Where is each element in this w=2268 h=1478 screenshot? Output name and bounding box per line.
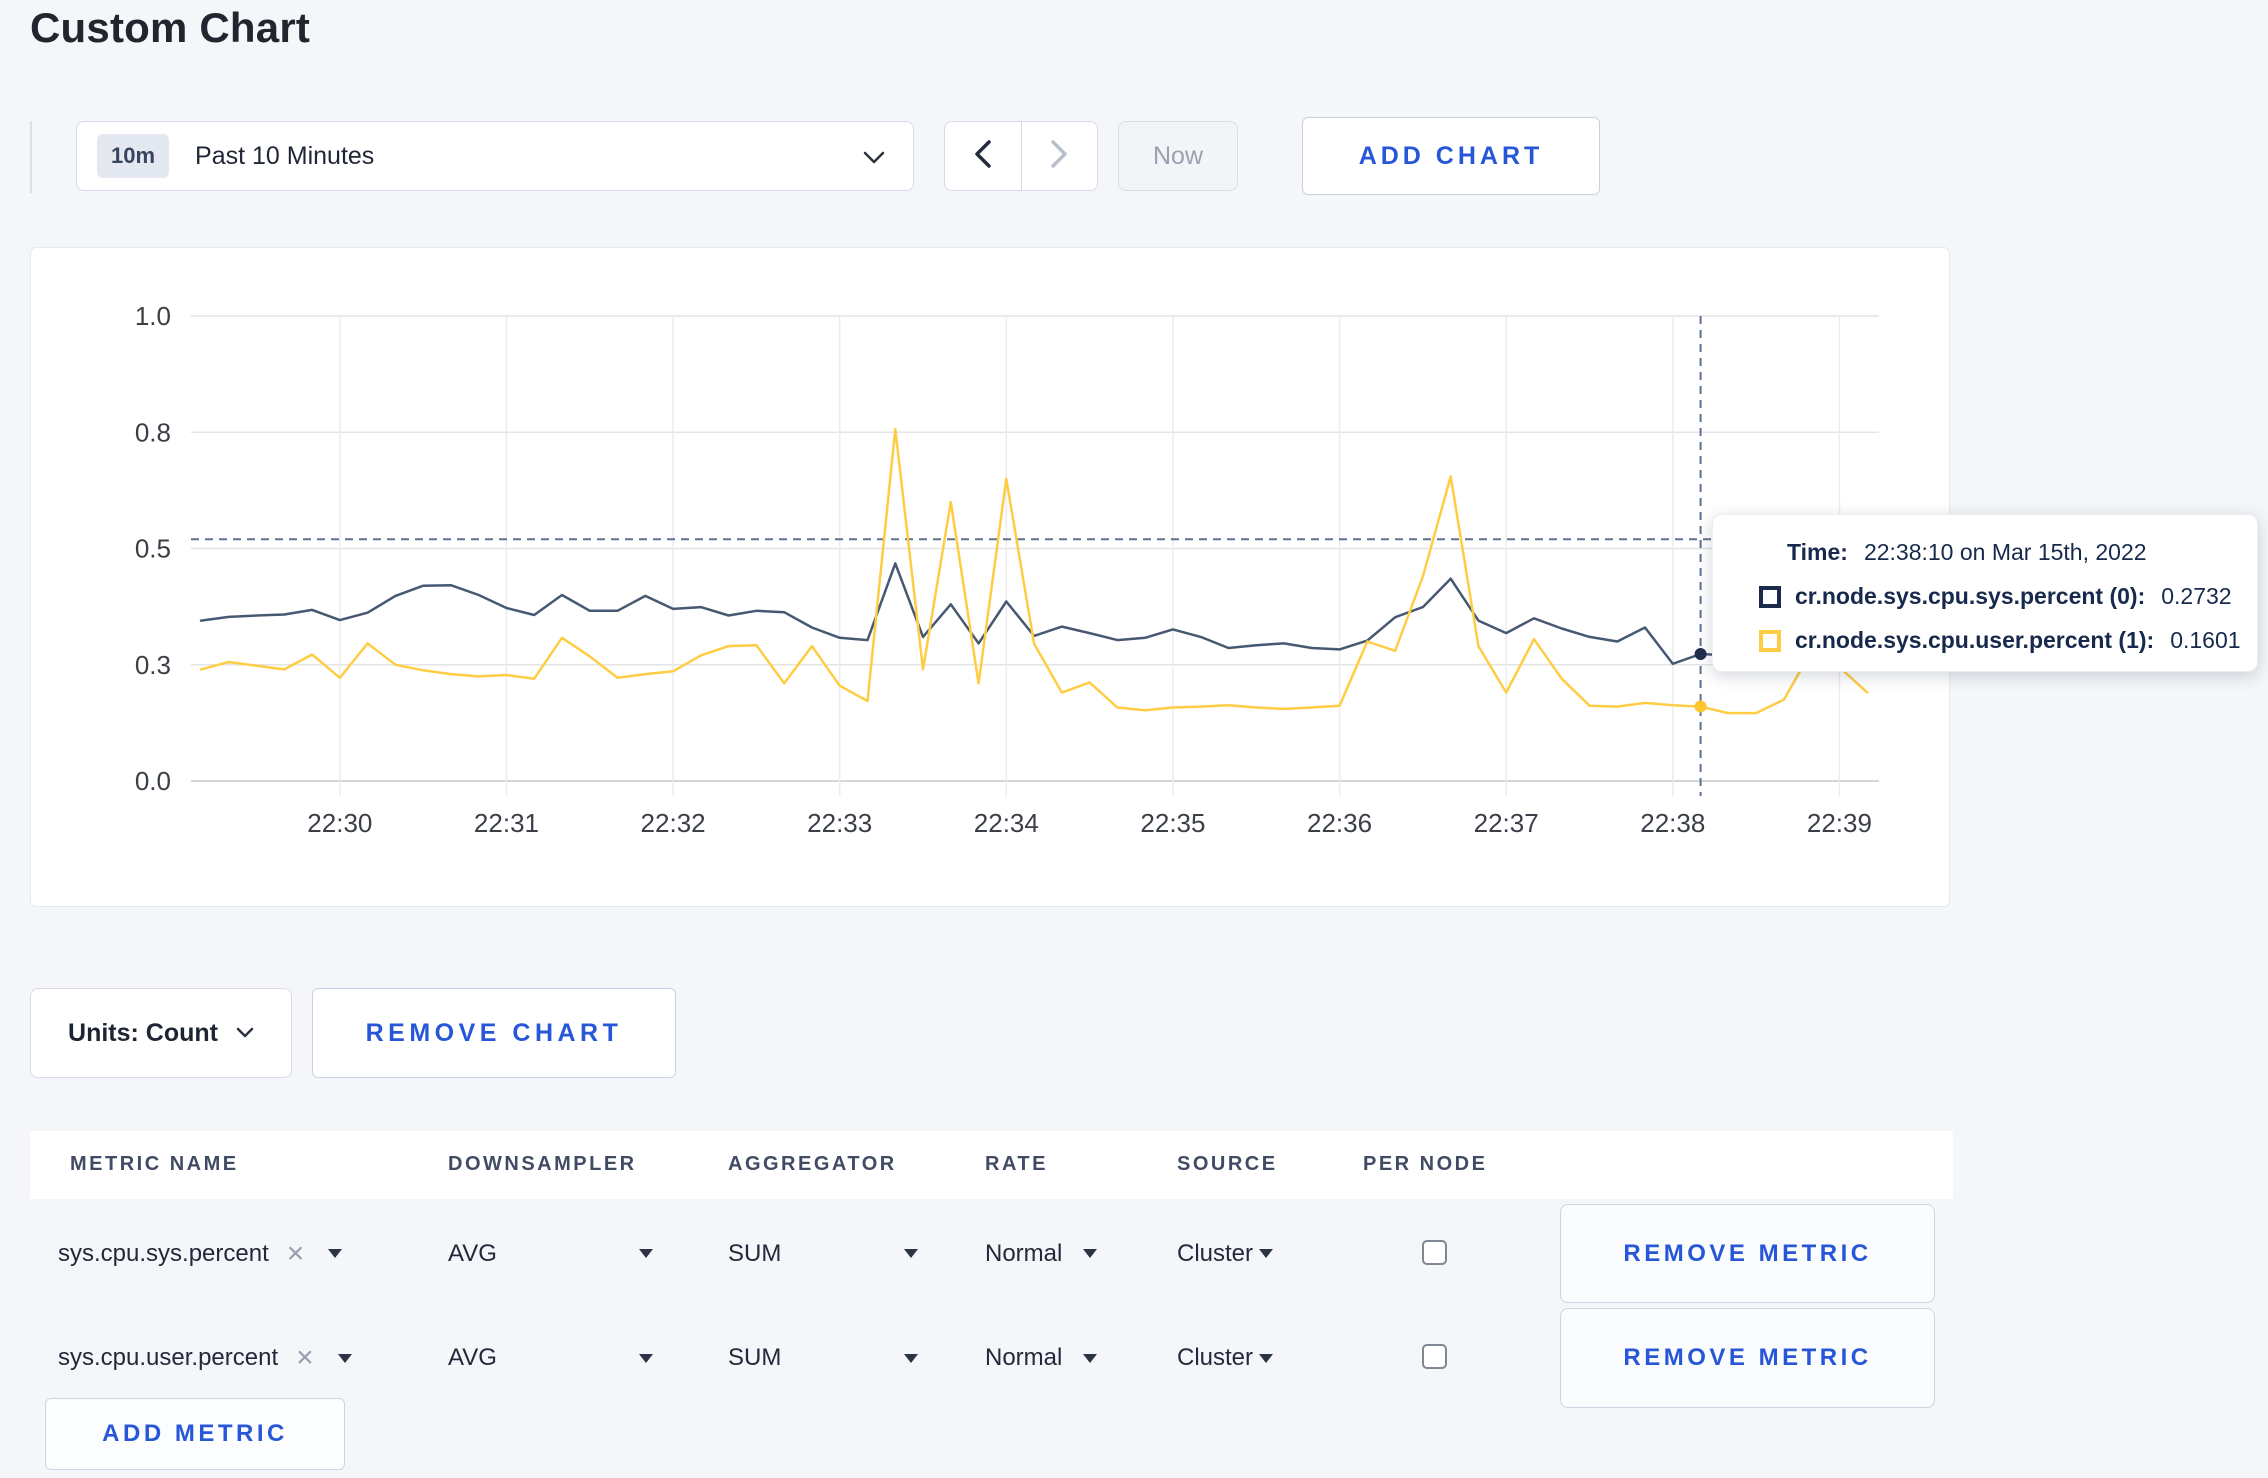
caret-down-icon [639, 1353, 653, 1363]
source-value: Cluster [1177, 1344, 1254, 1371]
prev-button[interactable] [945, 122, 1022, 190]
per-node-checkbox[interactable] [1422, 1344, 1447, 1369]
time-range-select[interactable]: 10m Past 10 Minutes [76, 121, 914, 191]
metric-row: sys.cpu.user.percent × AVG SUM Normal Cl… [30, 1308, 1953, 1408]
legend-square-icon [1759, 629, 1781, 652]
toolbar-divider [30, 121, 32, 193]
chevron-down-icon [236, 1027, 254, 1039]
column-header-aggregator: AGGREGATOR [728, 1153, 897, 1175]
downsampler-select[interactable]: AVG [448, 1308, 653, 1408]
source-select[interactable]: Cluster [1177, 1204, 1273, 1303]
rate-value: Normal [985, 1344, 1063, 1371]
caret-down-icon [328, 1249, 343, 1258]
svg-text:22:34: 22:34 [974, 808, 1039, 838]
chart-tooltip: Time: 22:38:10 on Mar 15th, 2022 cr.node.… [1712, 514, 2258, 672]
tooltip-series-label: cr.node.sys.cpu.sys.percent (0): [1795, 583, 2146, 609]
svg-text:22:37: 22:37 [1474, 808, 1539, 838]
chevron-down-icon [863, 151, 885, 170]
metric-name-select[interactable]: sys.cpu.sys.percent × [58, 1204, 343, 1303]
rate-select[interactable]: Normal [985, 1308, 1097, 1408]
rate-value: Normal [985, 1239, 1063, 1267]
tooltip-time-value: 22:38:10 on Mar 15th, 2022 [1863, 539, 2147, 565]
chart-card: 0.0 0.3 0.5 0.8 1.0 22:30 22:31 22:32 22:33 22:34… [30, 247, 1950, 907]
caret-down-icon [639, 1249, 653, 1258]
remove-metric-button[interactable]: REMOVE METRIC [1560, 1204, 1935, 1303]
downsampler-value: AVG [448, 1344, 497, 1371]
remove-metric-button[interactable]: REMOVE METRIC [1560, 1308, 1935, 1408]
metric-name-select[interactable]: sys.cpu.user.percent × [58, 1308, 352, 1408]
time-range-label: Past 10 Minutes [195, 141, 375, 170]
downsampler-value: AVG [448, 1239, 497, 1267]
svg-text:22:36: 22:36 [1307, 808, 1372, 838]
svg-text:22:33: 22:33 [807, 808, 872, 838]
svg-text:0.0: 0.0 [135, 766, 171, 796]
units-label: Units: Count [68, 1018, 218, 1047]
add-chart-button[interactable]: ADD CHART [1302, 117, 1600, 195]
clear-metric-icon[interactable]: × [296, 1343, 314, 1373]
column-header-rate: RATE [985, 1153, 1048, 1175]
remove-chart-button[interactable]: REMOVE CHART [312, 988, 676, 1078]
legend-square-icon [1759, 585, 1781, 608]
svg-text:22:31: 22:31 [474, 808, 539, 838]
next-button[interactable] [1022, 122, 1098, 190]
now-button[interactable]: Now [1118, 121, 1238, 191]
aggregator-value: SUM [728, 1344, 782, 1371]
caret-down-icon [1083, 1353, 1097, 1363]
table-header-row: METRIC NAME DOWNSAMPLER AGGREGATOR RATE … [30, 1131, 1953, 1199]
tooltip-series-value: 0.1601 [2170, 627, 2241, 653]
svg-text:22:30: 22:30 [307, 808, 372, 838]
tooltip-time-label: Time: [1787, 539, 1848, 565]
tooltip-series-row: cr.node.sys.cpu.sys.percent (0): 0.2732 [1759, 583, 2233, 610]
svg-text:22:39: 22:39 [1807, 808, 1872, 838]
units-select[interactable]: Units: Count [30, 988, 292, 1078]
aggregator-select[interactable]: SUM [728, 1308, 918, 1408]
aggregator-select[interactable]: SUM [728, 1204, 918, 1303]
metric-name-value: sys.cpu.sys.percent [58, 1239, 269, 1267]
svg-text:22:35: 22:35 [1140, 808, 1205, 838]
svg-text:1.0: 1.0 [135, 301, 171, 331]
chevron-right-icon [1050, 139, 1068, 173]
column-header-per-node: PER NODE [1363, 1153, 1488, 1175]
chevron-left-icon [974, 139, 992, 173]
svg-text:22:32: 22:32 [641, 808, 706, 838]
column-header-source: SOURCE [1177, 1153, 1278, 1175]
clear-metric-icon[interactable]: × [287, 1238, 305, 1269]
column-header-metric-name: METRIC NAME [70, 1153, 239, 1175]
caret-down-icon [904, 1249, 918, 1258]
caret-down-icon [1259, 1249, 1273, 1258]
time-range-badge: 10m [97, 134, 170, 178]
source-value: Cluster [1177, 1239, 1254, 1267]
column-header-downsampler: DOWNSAMPLER [448, 1153, 637, 1175]
svg-text:0.3: 0.3 [135, 650, 171, 680]
svg-text:0.8: 0.8 [135, 417, 171, 447]
add-metric-button[interactable]: ADD METRIC [45, 1398, 345, 1470]
tooltip-series-value: 0.2732 [2161, 583, 2232, 609]
metric-row: sys.cpu.sys.percent × AVG SUM Normal Clu… [30, 1204, 1953, 1303]
svg-text:0.5: 0.5 [135, 534, 171, 564]
downsampler-select[interactable]: AVG [448, 1204, 653, 1303]
rate-select[interactable]: Normal [985, 1204, 1097, 1303]
caret-down-icon [1259, 1353, 1273, 1363]
caret-down-icon [337, 1353, 352, 1363]
time-pager [944, 121, 1098, 191]
caret-down-icon [904, 1353, 918, 1363]
caret-down-icon [1083, 1249, 1097, 1258]
page-title: Custom Chart [30, 4, 311, 51]
tooltip-series-row: cr.node.sys.cpu.user.percent (1): 0.1601 [1759, 627, 2241, 654]
metrics-chart[interactable]: 0.0 0.3 0.5 0.8 1.0 22:30 22:31 22:32 22:33 22:34… [31, 248, 1949, 906]
svg-text:22:38: 22:38 [1640, 808, 1705, 838]
per-node-checkbox[interactable] [1422, 1239, 1447, 1265]
metric-name-value: sys.cpu.user.percent [58, 1344, 279, 1371]
aggregator-value: SUM [728, 1239, 782, 1267]
tooltip-time-row: Time: 22:38:10 on Mar 15th, 2022 [1759, 539, 2233, 566]
source-select[interactable]: Cluster [1177, 1308, 1273, 1408]
tooltip-series-label: cr.node.sys.cpu.user.percent (1): [1795, 627, 2155, 653]
